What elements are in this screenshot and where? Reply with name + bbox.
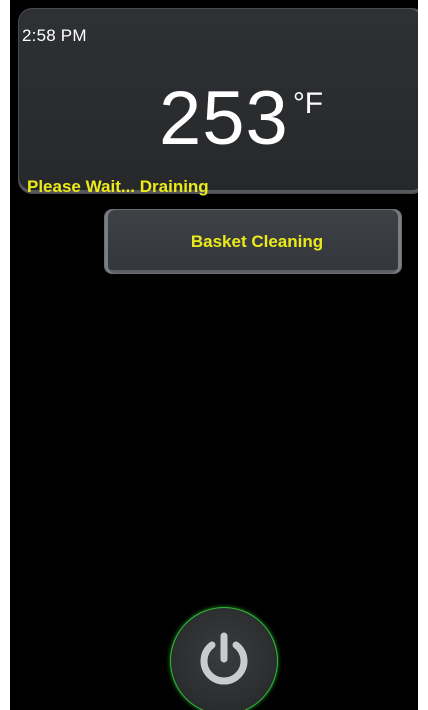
temperature-display: 253 °F [159, 77, 323, 167]
temperature-unit: °F [292, 87, 324, 120]
status-panel: 2:58 PM 253 °F Please Wait... Draining [18, 8, 418, 196]
status-message: Please Wait... Draining [27, 177, 209, 196]
power-icon [200, 632, 248, 685]
temperature-value: 253 [159, 76, 289, 161]
power-button[interactable] [170, 607, 278, 710]
clock-display: 2:58 PM [22, 26, 87, 45]
fryer-screen: 2:58 PM 253 °F Please Wait... Draining B… [10, 0, 418, 710]
basket-cleaning-button[interactable]: Basket Cleaning [104, 209, 402, 274]
basket-cleaning-label: Basket Cleaning [190, 231, 324, 251]
